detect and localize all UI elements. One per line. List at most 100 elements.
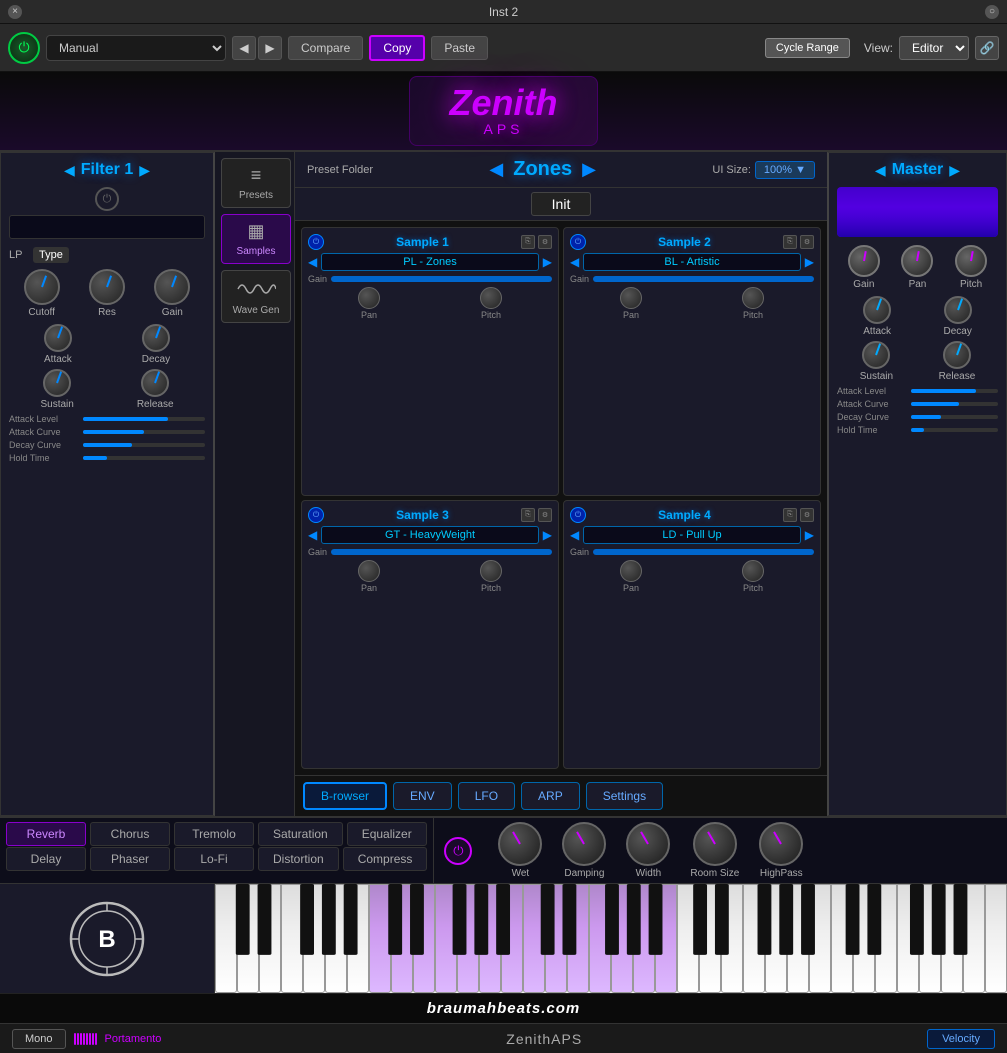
sample-4-settings-icon[interactable]: ⚙ — [800, 508, 814, 522]
tremolo-tab[interactable]: Tremolo — [174, 822, 254, 846]
filter1-power-button[interactable]: ⏻ — [95, 187, 119, 211]
white-key[interactable] — [479, 884, 501, 993]
white-key[interactable] — [677, 884, 699, 993]
effects-power-button[interactable]: ⏻ — [444, 837, 472, 865]
attack-knob[interactable] — [44, 324, 72, 352]
sample-3-pitch-knob[interactable] — [480, 560, 502, 582]
sample-1-name[interactable]: PL - Zones — [321, 253, 539, 271]
equalizer-tab[interactable]: Equalizer — [347, 822, 427, 846]
sample-2-gain-bar[interactable] — [593, 276, 814, 282]
sample-2-pan-knob[interactable] — [620, 287, 642, 309]
sample-3-copy-icon[interactable]: ⎘ — [521, 508, 535, 522]
width-knob[interactable] — [626, 822, 670, 866]
white-key[interactable] — [391, 884, 413, 993]
white-key[interactable] — [435, 884, 457, 993]
white-key[interactable] — [633, 884, 655, 993]
sample-1-power[interactable]: ⏻ — [308, 234, 324, 250]
env-button[interactable]: ENV — [393, 782, 452, 810]
power-button[interactable]: ⏻ — [8, 32, 40, 64]
master-pitch-knob[interactable] — [955, 245, 987, 277]
prev-preset-button[interactable]: ◀ — [232, 36, 256, 60]
white-key[interactable] — [567, 884, 589, 993]
white-key[interactable] — [875, 884, 897, 993]
white-key[interactable] — [611, 884, 633, 993]
samples-nav-item[interactable]: ▦ Samples — [221, 214, 291, 264]
maximize-button[interactable]: ○ — [985, 5, 999, 19]
sample-4-next-arrow[interactable]: ▶ — [805, 528, 814, 542]
master-right-arrow[interactable]: ▶ — [949, 162, 960, 179]
white-key[interactable] — [765, 884, 787, 993]
white-key[interactable] — [545, 884, 567, 993]
white-key[interactable] — [831, 884, 853, 993]
white-key[interactable] — [721, 884, 743, 993]
sample-2-prev-arrow[interactable]: ◀ — [570, 255, 579, 269]
sample-3-gain-bar[interactable] — [331, 549, 552, 555]
sample-2-pitch-knob[interactable] — [742, 287, 764, 309]
white-key[interactable] — [985, 884, 1007, 993]
sample-3-name[interactable]: GT - HeavyWeight — [321, 526, 539, 544]
zones-left-arrow[interactable]: ◀ — [489, 159, 503, 180]
white-key[interactable] — [237, 884, 259, 993]
white-key[interactable] — [743, 884, 765, 993]
sample-2-name[interactable]: BL - Artistic — [583, 253, 801, 271]
highpass-knob[interactable] — [759, 822, 803, 866]
white-key[interactable] — [809, 884, 831, 993]
white-key[interactable] — [787, 884, 809, 993]
sample-1-pitch-knob[interactable] — [480, 287, 502, 309]
sample-4-gain-bar[interactable] — [593, 549, 814, 555]
white-key[interactable] — [413, 884, 435, 993]
sample-4-pan-knob[interactable] — [620, 560, 642, 582]
white-key[interactable] — [853, 884, 875, 993]
white-key[interactable] — [963, 884, 985, 993]
gain-knob[interactable] — [154, 269, 190, 305]
master-pan-knob[interactable] — [901, 245, 933, 277]
sustain-knob[interactable] — [43, 369, 71, 397]
compare-button[interactable]: Compare — [288, 36, 363, 60]
master-decay-curve-slider[interactable] — [911, 415, 998, 419]
white-key[interactable] — [259, 884, 281, 993]
sample-2-next-arrow[interactable]: ▶ — [805, 255, 814, 269]
close-button[interactable]: × — [8, 5, 22, 19]
piano-keyboard[interactable] — [215, 884, 1007, 993]
sample-3-settings-icon[interactable]: ⚙ — [538, 508, 552, 522]
roomsize-knob[interactable] — [693, 822, 737, 866]
view-select[interactable]: Editor — [899, 36, 969, 60]
lfo-button[interactable]: LFO — [458, 782, 515, 810]
next-preset-button[interactable]: ▶ — [258, 36, 282, 60]
cutoff-knob[interactable] — [24, 269, 60, 305]
attack-curve-slider[interactable] — [83, 430, 205, 434]
arp-button[interactable]: ARP — [521, 782, 580, 810]
mono-button[interactable]: Mono — [12, 1029, 66, 1049]
white-key[interactable] — [655, 884, 677, 993]
sample-4-name[interactable]: LD - Pull Up — [583, 526, 801, 544]
sample-4-prev-arrow[interactable]: ◀ — [570, 528, 579, 542]
link-button[interactable]: 🔗 — [975, 36, 999, 60]
sample-4-pitch-knob[interactable] — [742, 560, 764, 582]
phaser-tab[interactable]: Phaser — [90, 847, 170, 871]
master-decay-knob[interactable] — [944, 296, 972, 324]
chorus-tab[interactable]: Chorus — [90, 822, 170, 846]
master-left-arrow[interactable]: ◀ — [875, 162, 886, 179]
master-sustain-knob[interactable] — [862, 341, 890, 369]
lofi-tab[interactable]: Lo-Fi — [174, 847, 254, 871]
white-key[interactable] — [325, 884, 347, 993]
sample-4-power[interactable]: ⏻ — [570, 507, 586, 523]
settings-button[interactable]: Settings — [586, 782, 663, 810]
sample-1-settings-icon[interactable]: ⚙ — [538, 235, 552, 249]
white-key[interactable] — [699, 884, 721, 993]
sample-2-copy-icon[interactable]: ⎘ — [783, 235, 797, 249]
delay-tab[interactable]: Delay — [6, 847, 86, 871]
filter1-left-arrow[interactable]: ◀ — [64, 162, 75, 179]
master-hold-time-slider[interactable] — [911, 428, 998, 432]
zones-right-arrow[interactable]: ▶ — [582, 159, 596, 180]
wet-knob[interactable] — [498, 822, 542, 866]
master-attack-knob[interactable] — [863, 296, 891, 324]
paste-button[interactable]: Paste — [431, 36, 488, 60]
res-knob[interactable] — [89, 269, 125, 305]
white-key[interactable] — [457, 884, 479, 993]
sample-1-copy-icon[interactable]: ⎘ — [521, 235, 535, 249]
sample-3-prev-arrow[interactable]: ◀ — [308, 528, 317, 542]
sample-3-pan-knob[interactable] — [358, 560, 380, 582]
white-key[interactable] — [281, 884, 303, 993]
master-attack-level-slider[interactable] — [911, 389, 998, 393]
